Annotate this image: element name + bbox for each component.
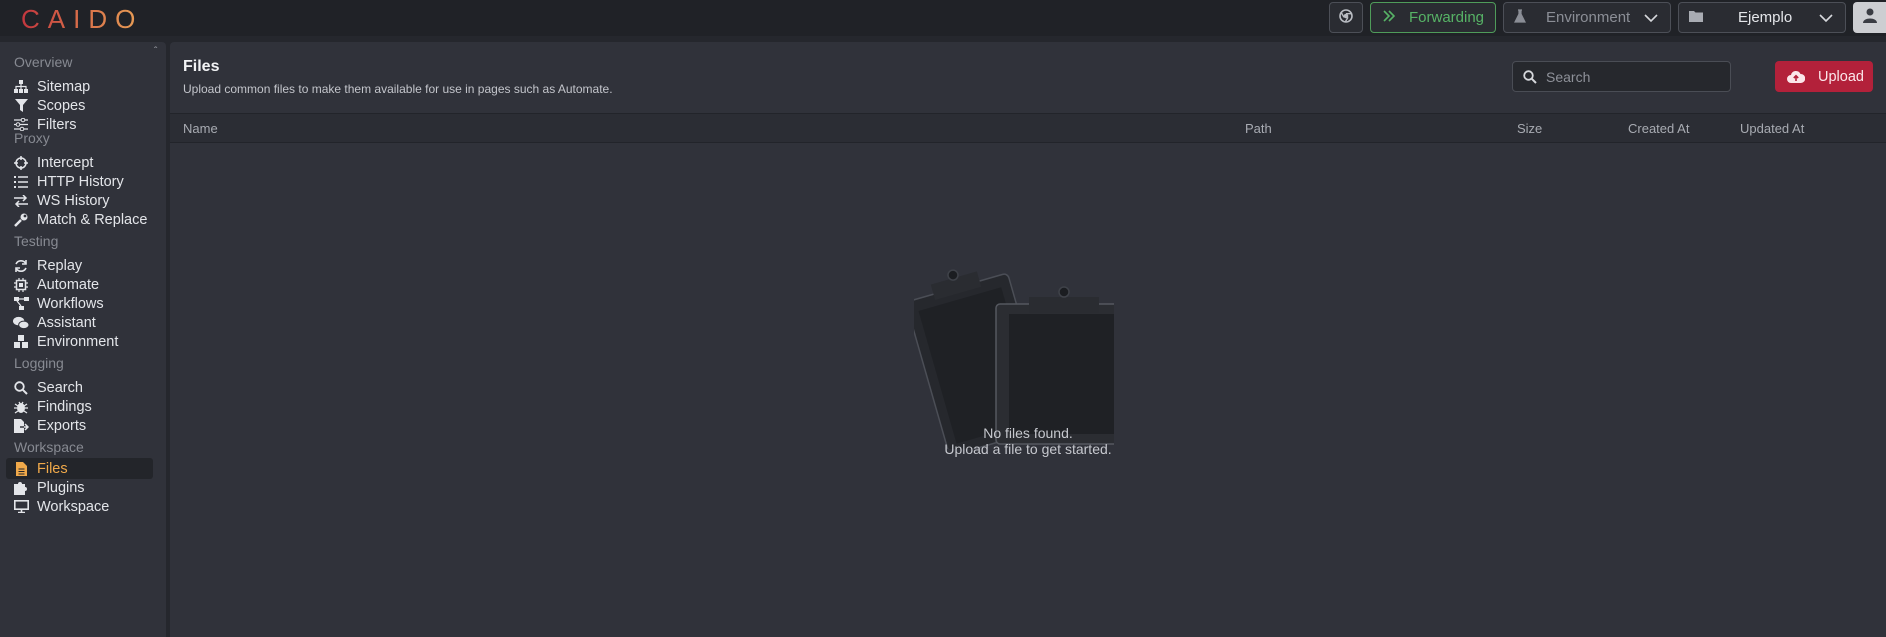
sidebar-item-http-history[interactable]: HTTP History xyxy=(6,171,153,192)
sidebar-item-label: Workflows xyxy=(37,295,104,312)
sidebar-item-label: HTTP History xyxy=(37,173,124,190)
export-icon xyxy=(13,418,29,434)
chevron-down-icon xyxy=(1819,11,1833,28)
sidebar-item-label: Assistant xyxy=(37,314,96,331)
sidebar-item-sitemap[interactable]: Sitemap xyxy=(6,76,153,97)
search-icon xyxy=(13,380,29,396)
sidebar-item-search[interactable]: Search xyxy=(6,377,153,398)
upload-label: Upload xyxy=(1818,68,1864,85)
sidebar-item-workspace[interactable]: Workspace xyxy=(6,496,153,517)
page-subtitle: Upload common files to make them availab… xyxy=(183,82,613,96)
chrome-icon xyxy=(1339,8,1353,27)
forwarding-button[interactable]: Forwarding xyxy=(1370,2,1496,33)
bug-icon xyxy=(13,399,29,415)
sidebar-item-exports[interactable]: Exports xyxy=(6,415,153,436)
sidebar-item-label: Findings xyxy=(37,398,92,415)
sidebar-item-label: Scopes xyxy=(37,97,86,114)
section-workspace: Workspace xyxy=(14,439,84,455)
sidebar-item-label: Intercept xyxy=(37,154,94,171)
chat-icon xyxy=(13,315,29,331)
environment-select[interactable]: Environment xyxy=(1503,2,1671,33)
sidebar-item-assistant[interactable]: Assistant xyxy=(6,312,153,333)
sidebar-item-label: Search xyxy=(37,379,83,396)
sidebar-item-label: Match & Replace xyxy=(37,211,148,228)
sidebar-item-label: Workspace xyxy=(37,498,110,515)
search-input[interactable] xyxy=(1546,68,1716,85)
section-logging: Logging xyxy=(14,355,64,371)
sidebar-item-label: Plugins xyxy=(37,479,85,496)
list-icon xyxy=(13,174,29,190)
search-icon xyxy=(1523,69,1537,84)
sidebar-item-files[interactable]: Files xyxy=(6,458,153,479)
sidebar-item-workflows[interactable]: Workflows xyxy=(6,293,153,314)
column-size[interactable]: Size xyxy=(1517,121,1542,136)
workspace-select[interactable]: Ejemplo xyxy=(1678,2,1846,33)
column-created-at[interactable]: Created At xyxy=(1628,121,1689,136)
crosshair-icon xyxy=(13,155,29,171)
empty-state-hint: Upload a file to get started. xyxy=(944,441,1112,457)
search-field[interactable] xyxy=(1512,61,1731,92)
sidebar-item-match-replace[interactable]: Match & Replace xyxy=(6,209,153,230)
sidebar-item-automate[interactable]: Automate xyxy=(6,274,153,295)
cubes-icon xyxy=(13,334,29,350)
sidebar-item-label: Replay xyxy=(37,257,83,274)
arrows-icon xyxy=(13,193,29,209)
files-panel: Files Upload common files to make them a… xyxy=(170,42,1886,637)
sidebar: ˆ Overview Sitemap Scopes Filters Proxy … xyxy=(0,42,166,637)
sidebar-item-label: Automate xyxy=(37,276,100,293)
section-testing: Testing xyxy=(14,233,59,249)
sidebar-item-ws-history[interactable]: WS History xyxy=(6,190,153,211)
sidebar-item-findings[interactable]: Findings xyxy=(6,396,153,417)
sidebar-item-intercept[interactable]: Intercept xyxy=(6,152,153,173)
monitor-icon xyxy=(13,499,29,515)
front-clipboard xyxy=(995,286,1143,445)
wrench-icon xyxy=(13,212,29,228)
sidebar-item-plugins[interactable]: Plugins xyxy=(6,477,153,498)
column-name[interactable]: Name xyxy=(183,121,218,136)
page-title: Files xyxy=(183,58,220,75)
sidebar-item-label: Files xyxy=(37,460,68,477)
sidebar-item-label: Exports xyxy=(37,417,87,434)
files-table-header: Name Path Size Created At Updated At xyxy=(170,113,1886,143)
browser-button[interactable] xyxy=(1329,2,1363,33)
sidebar-item-label: Environment xyxy=(37,333,119,350)
workspace-label: Ejemplo xyxy=(1738,9,1793,26)
refresh-icon xyxy=(13,258,29,274)
user-avatar-button[interactable] xyxy=(1853,2,1886,33)
chevron-down-icon xyxy=(1644,11,1658,28)
empty-state-title: No files found. xyxy=(983,425,1073,441)
column-path[interactable]: Path xyxy=(1245,121,1272,136)
chip-icon xyxy=(13,277,29,293)
double-chevron-right-icon xyxy=(1383,9,1396,26)
collapse-icon[interactable]: ˆ xyxy=(154,46,157,57)
sidebar-item-environment[interactable]: Environment xyxy=(6,331,153,352)
workflow-icon xyxy=(13,296,29,312)
sidebar-item-label: Sitemap xyxy=(37,78,91,95)
column-updated-at[interactable]: Updated At xyxy=(1740,121,1804,136)
cloud-upload-icon xyxy=(1787,70,1805,83)
user-icon xyxy=(1862,8,1877,28)
puzzle-icon xyxy=(13,480,29,496)
environment-label: Environment xyxy=(1546,9,1631,26)
sitemap-icon xyxy=(13,79,29,95)
sidebar-item-label: WS History xyxy=(37,192,110,209)
forwarding-label: Forwarding xyxy=(1409,9,1485,26)
flask-icon xyxy=(1514,8,1526,27)
sidebar-item-replay[interactable]: Replay xyxy=(6,255,153,276)
folder-icon xyxy=(1689,9,1703,26)
section-proxy: Proxy xyxy=(14,130,50,146)
top-bar: CAIDO Forwarding Environment Ejemplo xyxy=(0,0,1886,36)
upload-button[interactable]: Upload xyxy=(1775,61,1873,92)
filter-icon xyxy=(13,98,29,114)
sidebar-item-scopes[interactable]: Scopes xyxy=(6,95,153,116)
file-icon xyxy=(13,461,29,477)
caido-logo[interactable]: CAIDO xyxy=(21,4,143,35)
section-overview: Overview xyxy=(14,54,73,70)
